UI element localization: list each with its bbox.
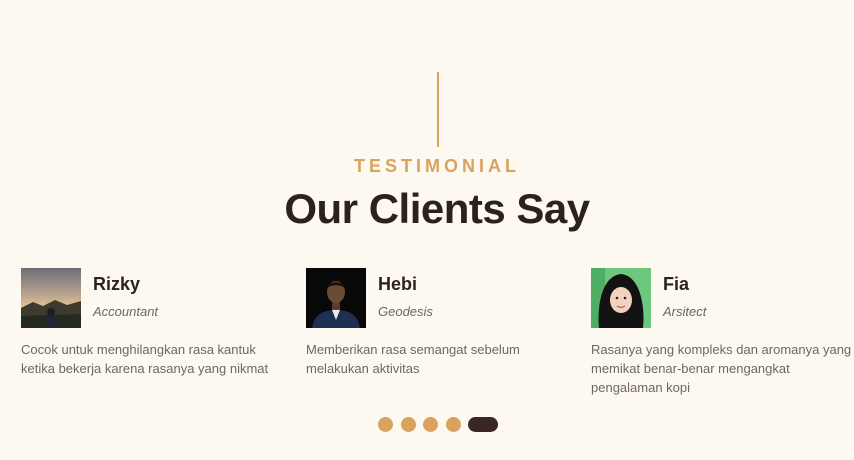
testimonial-text: Memberikan rasa semangat sebelum melakuk…: [306, 342, 520, 376]
avatar-rizky: [21, 268, 81, 328]
client-role: Accountant: [93, 304, 159, 319]
client-role: Geodesis: [378, 304, 433, 319]
testimonial-text: Cocok untuk menghilangkan rasa kantuk ke…: [21, 342, 269, 376]
client-role: Arsitect: [663, 304, 707, 319]
carousel-dot-2[interactable]: [400, 417, 416, 432]
avatar-hebi: [306, 268, 366, 328]
carousel-dot-3[interactable]: [423, 417, 438, 432]
carousel-pagination: [378, 417, 498, 432]
section-title: Our Clients Say: [284, 185, 590, 232]
section-eyebrow: TESTIMONIAL: [354, 156, 520, 176]
decorative-divider-line: [437, 72, 439, 147]
avatar-fia: [591, 268, 651, 328]
client-name: Fia: [663, 274, 690, 294]
client-name: Hebi: [378, 274, 418, 294]
carousel-dot-5-active[interactable]: [468, 417, 498, 432]
carousel-dot-4[interactable]: [445, 417, 461, 432]
client-name: Rizky: [93, 274, 141, 294]
carousel-dot-1[interactable]: [378, 417, 393, 432]
testimonial-text: Rasanya yang kompleks dan aromanya yang …: [591, 342, 852, 395]
